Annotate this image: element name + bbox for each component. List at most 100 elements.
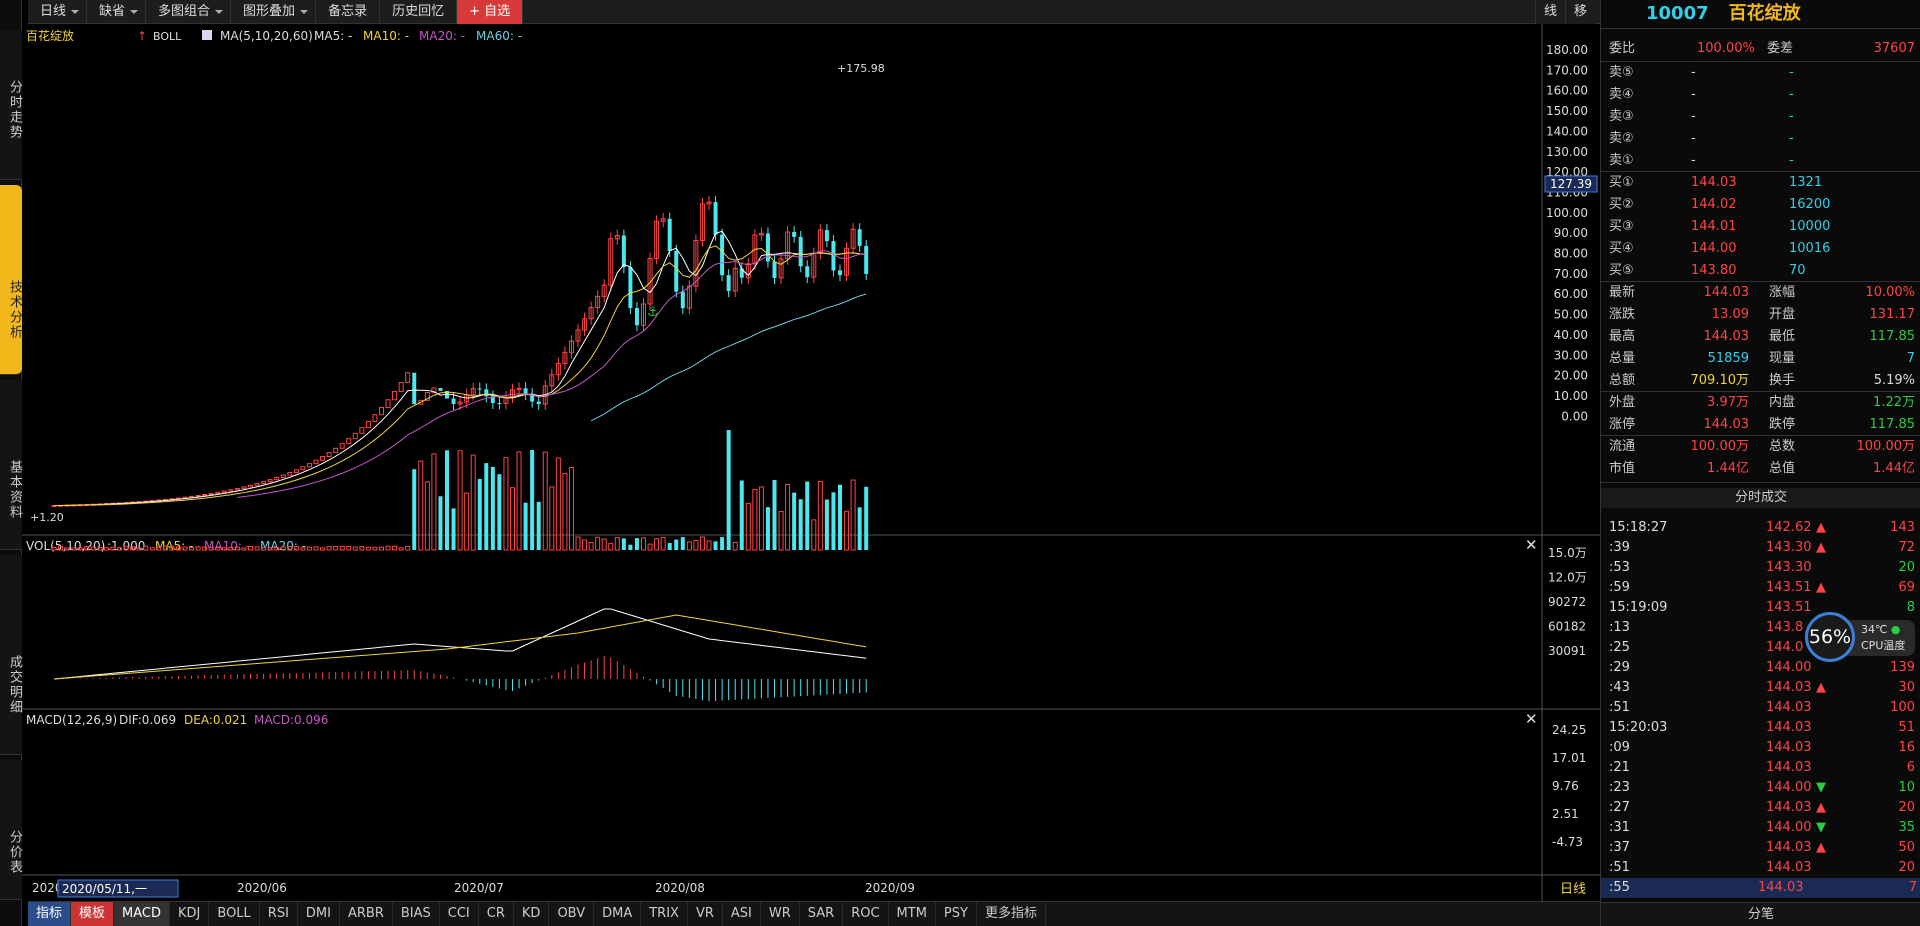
trade-row[interactable]: :39 143.30 ▲ 72 (1609, 538, 1919, 558)
indicator-tab-18[interactable]: SAR (800, 902, 843, 926)
indicator-tab-8[interactable]: BIAS (393, 902, 440, 926)
volume-bar (471, 455, 475, 550)
trade-time: :39 (1609, 538, 1630, 558)
volume-bar (845, 511, 849, 550)
footer-tab[interactable]: 分笔 (1601, 902, 1920, 926)
trade-row[interactable]: :51 144.03 20 (1609, 858, 1919, 878)
trade-row[interactable]: :09 144.03 16 (1609, 738, 1919, 758)
volume-bar (425, 482, 429, 550)
indicator-tab-3[interactable]: KDJ (170, 902, 209, 926)
order-label: 卖⑤ (1609, 62, 1634, 84)
high-mark-value: 175.98 (846, 62, 885, 75)
indicator-tab-7[interactable]: ARBR (340, 902, 393, 926)
indicator-tab-1[interactable]: 模板 (71, 902, 114, 926)
vol-yaxis-label: 30091 (1548, 644, 1586, 658)
stat-value: 100.00万 (1691, 436, 1750, 458)
trades-title: 分时成交 (1601, 488, 1920, 508)
macd-close-icon[interactable]: ✕ (1525, 710, 1538, 728)
trade-row[interactable]: :23 144.00 ▼ 10 (1609, 778, 1919, 798)
stat-label: 总量 (1609, 348, 1635, 370)
volume-bar (550, 487, 554, 550)
indicator-tab-12[interactable]: OBV (549, 902, 594, 926)
tab-price-table[interactable]: 分价表 (0, 760, 22, 900)
trade-row[interactable]: :53 143.30 20 (1609, 558, 1919, 578)
volume-bar (406, 546, 410, 550)
vol-yaxis-label: 12.0万 (1548, 571, 1587, 585)
vol-close-icon[interactable]: ✕ (1525, 536, 1538, 554)
tab-timeshare[interactable]: 分时走势 (0, 30, 22, 180)
trade-row[interactable]: :21 144.03 6 (1609, 758, 1919, 778)
move-button[interactable]: 移 (1565, 0, 1595, 24)
indicator-tab-0[interactable]: 指标 (28, 902, 71, 926)
vol-yaxis: 15.0万12.0万902726018230091 (1548, 546, 1587, 658)
order-price: 143.80 (1691, 260, 1737, 282)
tab-basic-info[interactable]: 基本资料 (0, 380, 22, 550)
tab-price-table-label: 分价表 (7, 830, 22, 875)
tab-technical-label: 技术分析 (7, 280, 22, 340)
main-yaxis-label: 160.00 (1546, 84, 1588, 98)
indicator-tab-22[interactable]: 更多指标 (977, 902, 1046, 926)
chart-canvas[interactable]: 百花绽放 ↑ BOLL MA(5,10,20,60) MA5: - MA10: … (22, 24, 1600, 901)
indicator-tab-9[interactable]: CCI (440, 902, 479, 926)
stat-label: 总数 (1769, 436, 1795, 458)
ma10-value: MA10: - (363, 29, 409, 43)
period-label[interactable]: 日线 (1560, 882, 1586, 897)
candle (478, 389, 482, 390)
volume-bar (818, 481, 822, 550)
indicator-tab-6[interactable]: DMI (298, 902, 340, 926)
trade-row[interactable]: :51 144.03 100 (1609, 698, 1919, 718)
period-dropdown[interactable]: 日线 (28, 0, 87, 24)
add-watchlist-button[interactable]: + 自选 (457, 0, 523, 24)
indicator-tab-19[interactable]: ROC (843, 902, 888, 926)
stat-value: 1.44亿 (1707, 458, 1749, 480)
volume-bar (484, 463, 488, 550)
indicator-tab-20[interactable]: MTM (889, 902, 936, 926)
indicator-tab-15[interactable]: VR (688, 902, 723, 926)
history-button[interactable]: 历史回忆 (380, 0, 457, 24)
trade-row[interactable]: :55 144.03 7 (1601, 878, 1920, 898)
trade-row[interactable]: :31 144.00 ▼ 35 (1609, 818, 1919, 838)
trade-row[interactable]: :37 144.03 ▲ 50 (1609, 838, 1919, 858)
trade-time: 15:20:03 (1609, 718, 1667, 738)
trade-time: :23 (1609, 778, 1630, 798)
indicator-tab-11[interactable]: KD (514, 902, 550, 926)
indicator-tab-17[interactable]: WR (761, 902, 800, 926)
trade-row[interactable]: :27 144.03 ▲ 20 (1609, 798, 1919, 818)
indicator-tab-13[interactable]: DMA (594, 902, 641, 926)
vol-label: VOL(5,10,20) (26, 539, 105, 553)
volume-series (52, 430, 868, 550)
vol-yaxis-label: 90272 (1548, 595, 1586, 609)
tab-technical[interactable]: 技术分析 (0, 185, 22, 375)
cpu-widget[interactable]: 34℃ ● CPU温度 56% (1805, 612, 1915, 662)
indicator-tab-16[interactable]: ASI (723, 902, 761, 926)
order-volume: 10000 (1789, 216, 1830, 238)
trade-time: :37 (1609, 838, 1630, 858)
trade-row[interactable]: :43 144.03 ▲ 30 (1609, 678, 1919, 698)
tab-trade-detail[interactable]: 成交明细 (0, 555, 22, 755)
trade-row[interactable]: 15:18:27 142.62 ▲ 143 (1609, 518, 1919, 538)
volume-bar (792, 493, 796, 550)
overlay-dropdown[interactable]: 图形叠加 (231, 0, 316, 24)
indicator-tab-4[interactable]: BOLL (209, 902, 259, 926)
indicator-tab-14[interactable]: TRIX (641, 902, 688, 926)
line-button[interactable]: 线 (1535, 0, 1565, 24)
candle (524, 388, 528, 394)
indicator-tab-2[interactable]: MACD (114, 902, 170, 926)
indicator-icon[interactable] (202, 30, 212, 40)
trade-row[interactable]: :59 143.51 ▲ 69 (1609, 578, 1919, 598)
memo-button[interactable]: 备忘录 (316, 0, 380, 24)
trade-time: 15:18:27 (1609, 518, 1667, 538)
indicator-tab-10[interactable]: CR (479, 902, 514, 926)
candle (275, 477, 279, 479)
main-yaxis-label: 80.00 (1554, 247, 1588, 261)
indicator-tab-5[interactable]: RSI (260, 902, 298, 926)
candle (799, 237, 803, 266)
trade-price: 144.03 (1766, 858, 1812, 878)
multi-chart-dropdown[interactable]: 多图组合 (146, 0, 231, 24)
indicator-tab-21[interactable]: PSY (936, 902, 977, 926)
order-volume: - (1789, 150, 1794, 172)
trade-row[interactable]: 15:20:03 144.03 51 (1609, 718, 1919, 738)
volume-bar (478, 479, 482, 550)
default-dropdown[interactable]: 缺省 (87, 0, 146, 24)
volume-bar (681, 537, 685, 550)
